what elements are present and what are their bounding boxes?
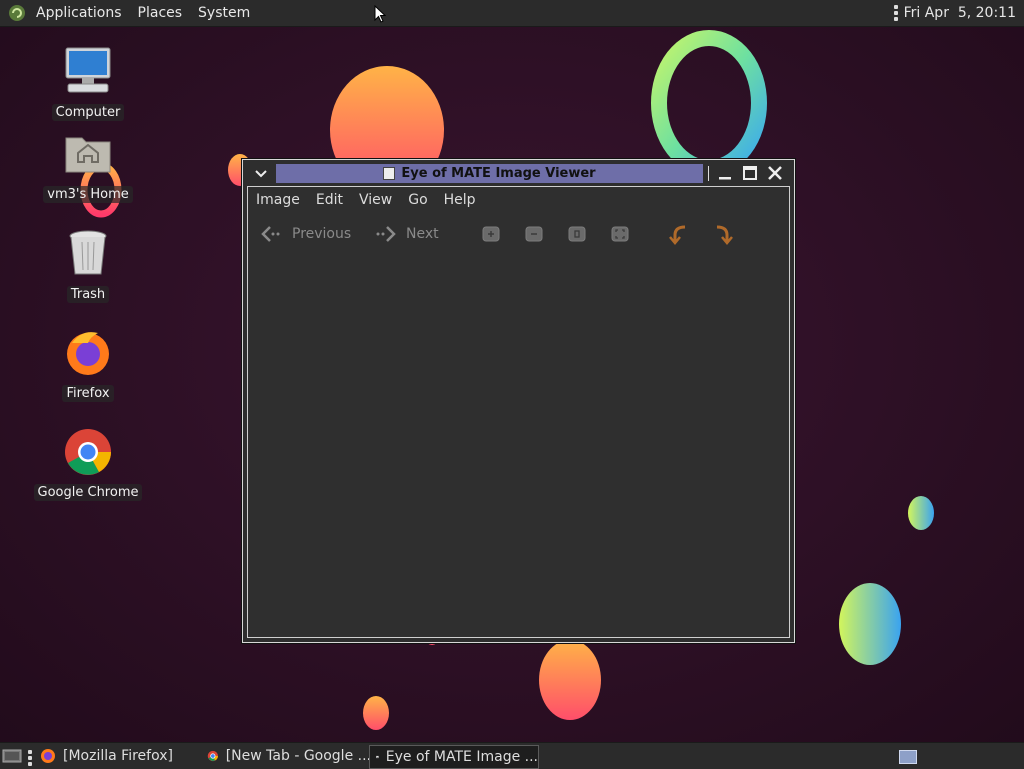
menu-edit[interactable]: Edit bbox=[308, 192, 351, 208]
arrow-left-icon bbox=[261, 226, 280, 242]
zoom-out-icon bbox=[525, 226, 543, 242]
best-fit-button[interactable] bbox=[610, 219, 630, 249]
previous-label: Previous bbox=[292, 226, 352, 242]
window-title: Eye of MATE Image Viewer bbox=[401, 166, 596, 181]
window-title-area[interactable]: Eye of MATE Image Viewer bbox=[276, 164, 703, 183]
menubar: Image Edit View Go Help bbox=[248, 187, 484, 213]
workspace-1[interactable] bbox=[899, 750, 917, 764]
window-menu-icon[interactable] bbox=[251, 163, 271, 183]
top-panel: Applications Places System Fri Apr 5, 20… bbox=[0, 0, 1024, 27]
task-chrome[interactable]: [New Tab - Google ... bbox=[201, 745, 371, 767]
trash-icon bbox=[69, 230, 107, 275]
zoom-normal-icon bbox=[568, 226, 586, 242]
chrome-icon bbox=[207, 750, 218, 762]
desktop-icon-label: Firefox bbox=[62, 385, 114, 402]
next-button[interactable]: Next bbox=[374, 219, 439, 249]
maximize-button[interactable] bbox=[740, 163, 760, 183]
applications-menu[interactable]: Applications bbox=[28, 5, 130, 21]
taskbar-handle-icon[interactable] bbox=[28, 750, 32, 766]
zoom-in-icon bbox=[482, 226, 500, 242]
chrome-icon bbox=[65, 429, 111, 475]
rotate-right-icon bbox=[716, 225, 733, 245]
zoom-in-button[interactable] bbox=[481, 219, 501, 249]
task-label: [New Tab - Google ... bbox=[225, 748, 371, 764]
image-viewer-window: Eye of MATE Image Viewer Image Edit View… bbox=[242, 159, 795, 643]
minimize-button[interactable] bbox=[715, 163, 735, 183]
rotate-left-button[interactable] bbox=[667, 219, 691, 249]
close-button[interactable] bbox=[765, 163, 785, 183]
toolbar: Previous Next bbox=[248, 219, 789, 249]
mate-logo-icon[interactable] bbox=[8, 4, 26, 22]
menu-image[interactable]: Image bbox=[248, 192, 308, 208]
places-menu[interactable]: Places bbox=[130, 5, 191, 21]
desktop-icon-label: Google Chrome bbox=[33, 484, 143, 501]
task-label: [Mozilla Firefox] bbox=[63, 748, 173, 764]
arrow-right-icon bbox=[376, 226, 396, 242]
firefox-icon bbox=[67, 332, 109, 375]
desktop-icon-trash[interactable]: Trash bbox=[33, 228, 143, 303]
image-display-area[interactable] bbox=[248, 253, 789, 637]
task-firefox[interactable]: [Mozilla Firefox] bbox=[34, 745, 202, 767]
show-desktop-icon[interactable] bbox=[2, 748, 22, 764]
desktop-icon-computer[interactable]: Computer bbox=[33, 46, 143, 121]
rotate-right-button[interactable] bbox=[711, 219, 735, 249]
bottom-panel: [Mozilla Firefox] [New Tab - Google ... … bbox=[0, 742, 1024, 769]
workspace-switcher[interactable] bbox=[893, 747, 923, 765]
home-folder-icon bbox=[65, 137, 111, 173]
menu-go[interactable]: Go bbox=[400, 192, 435, 208]
window-titlebar[interactable]: Eye of MATE Image Viewer bbox=[243, 160, 794, 186]
zoom-fit-icon bbox=[611, 226, 629, 242]
previous-button[interactable]: Previous bbox=[260, 219, 351, 249]
computer-icon bbox=[65, 47, 111, 93]
clock[interactable]: Fri Apr 5, 20:11 bbox=[904, 5, 1016, 21]
image-viewer-icon bbox=[376, 755, 379, 759]
desktop-icon-label: Computer bbox=[51, 104, 125, 121]
desktop-icon-home[interactable]: vm3's Home bbox=[33, 128, 143, 203]
mouse-cursor-icon bbox=[374, 5, 386, 23]
desktop-icon-label: Trash bbox=[66, 286, 110, 303]
zoom-out-button[interactable] bbox=[524, 219, 544, 249]
menu-help[interactable]: Help bbox=[436, 192, 484, 208]
menu-view[interactable]: View bbox=[351, 192, 400, 208]
window-content: Image Edit View Go Help Previous Next bbox=[247, 186, 790, 638]
firefox-icon bbox=[41, 749, 55, 763]
next-label: Next bbox=[406, 226, 439, 242]
panel-handle-icon[interactable] bbox=[893, 5, 898, 21]
task-image-viewer[interactable]: Eye of MATE Image ... bbox=[369, 745, 539, 769]
desktop-icon-firefox[interactable]: Firefox bbox=[33, 327, 143, 402]
titlebar-separator bbox=[708, 166, 709, 181]
image-viewer-icon bbox=[383, 167, 396, 180]
desktop-icon-label: vm3's Home bbox=[43, 186, 133, 203]
desktop-icon-chrome[interactable]: Google Chrome bbox=[33, 426, 143, 501]
task-label: Eye of MATE Image ... bbox=[385, 749, 538, 765]
rotate-left-icon bbox=[669, 225, 686, 245]
zoom-normal-button[interactable] bbox=[567, 219, 587, 249]
system-menu[interactable]: System bbox=[190, 5, 258, 21]
